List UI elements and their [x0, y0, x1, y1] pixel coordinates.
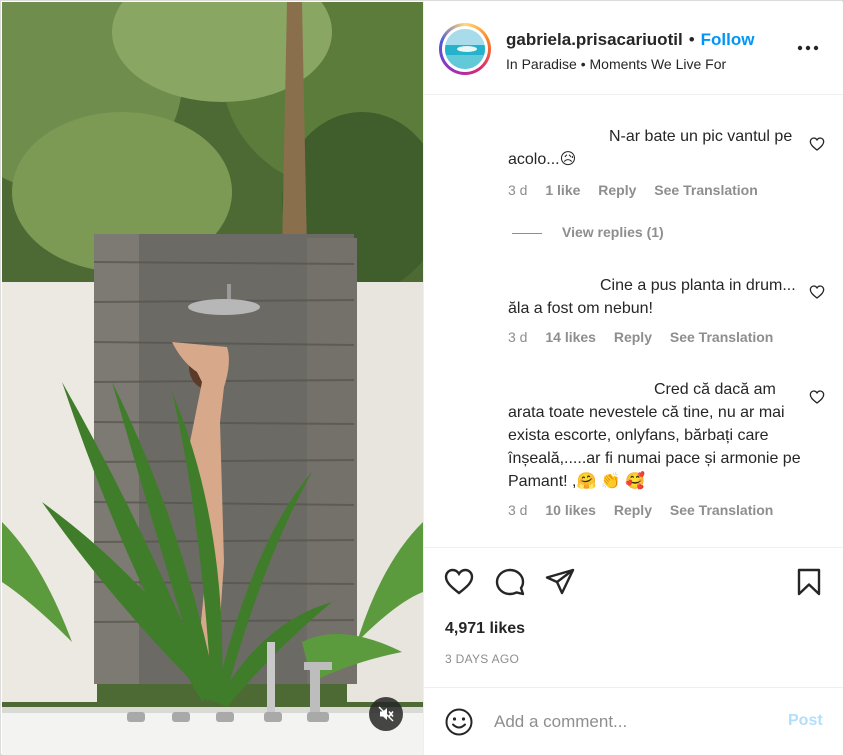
see-translation-button[interactable]: See Translation: [670, 502, 773, 518]
comment-text: N-ar bate un pic vantul pe acolo...😥: [508, 128, 793, 168]
see-translation-button[interactable]: See Translation: [670, 329, 773, 345]
post-details-panel: gabriela.prisacariuotil • Follow In Paradi…: [423, 2, 843, 755]
comment-item: N-ar bate un pic vantul pe acolo...😥: [508, 125, 808, 171]
avatar-beach-image: [445, 29, 485, 69]
likes-count[interactable]: 4,971 likes: [445, 620, 525, 638]
location-link[interactable]: In Paradise • Moments We Live For: [506, 56, 726, 72]
heart-icon[interactable]: [443, 566, 475, 598]
follow-button[interactable]: Follow: [701, 30, 755, 49]
see-translation-button[interactable]: See Translation: [654, 182, 757, 198]
post-media[interactable]: [2, 2, 423, 755]
more-options-icon[interactable]: [794, 36, 822, 60]
comment-input[interactable]: [494, 708, 764, 736]
comment-like-heart-icon[interactable]: [809, 284, 825, 300]
comment-like-heart-icon[interactable]: [809, 389, 825, 405]
comment-bubble-icon[interactable]: [494, 566, 526, 598]
comment-time: 3 d: [508, 329, 528, 345]
avatar-story-ring[interactable]: [439, 23, 491, 75]
comment-meta: 3 d 14 likes Reply See Translation: [508, 329, 787, 345]
comment-text: Cine a pus planta in drum... ăla a fost …: [508, 277, 796, 317]
speaker-muted-icon: [378, 706, 394, 722]
post-dialog: gabriela.prisacariuotil • Follow In Paradi…: [0, 0, 843, 755]
comment-item: Cine a pus planta in drum... ăla a fost …: [508, 274, 808, 320]
replies-divider-line: [512, 232, 542, 234]
paper-plane-icon[interactable]: [544, 566, 576, 598]
post-header: gabriela.prisacariuotil • Follow In Paradi…: [424, 2, 843, 95]
smiley-icon[interactable]: [444, 707, 474, 737]
comment-likes-count[interactable]: 10 likes: [545, 502, 596, 518]
reply-button[interactable]: Reply: [598, 182, 636, 198]
comment-composer: Post: [424, 687, 843, 755]
comment-meta: 3 d 1 like Reply See Translation: [508, 182, 772, 198]
post-date[interactable]: 3 DAYS AGO: [445, 652, 519, 666]
separator-dot: •: [688, 30, 695, 49]
post-actions: 4,971 likes 3 DAYS AGO: [424, 547, 843, 687]
comment-meta: 3 d 10 likes Reply See Translation: [508, 502, 787, 518]
username-row: gabriela.prisacariuotil • Follow: [506, 30, 754, 50]
comment-time: 3 d: [508, 182, 528, 198]
post-comment-button[interactable]: Post: [788, 712, 823, 730]
comment-item: Cred că dacă am arata toate nevestele că…: [508, 378, 808, 493]
bookmark-icon[interactable]: [793, 566, 825, 598]
comment-time: 3 d: [508, 502, 528, 518]
comment-likes-count[interactable]: 1 like: [545, 182, 580, 198]
mute-button[interactable]: [369, 697, 403, 731]
comment-text: Cred că dacă am arata toate nevestele că…: [508, 381, 801, 490]
reply-button[interactable]: Reply: [614, 329, 652, 345]
comments-list[interactable]: N-ar bate un pic vantul pe acolo...😥 3 d…: [424, 96, 843, 546]
view-replies-button[interactable]: View replies (1): [512, 224, 664, 240]
outdoor-shower-photo: [2, 2, 423, 755]
view-replies-label: View replies (1): [562, 224, 664, 240]
username-link[interactable]: gabriela.prisacariuotil: [506, 30, 683, 49]
comment-like-heart-icon[interactable]: [809, 136, 825, 152]
comment-likes-count[interactable]: 14 likes: [545, 329, 596, 345]
avatar: [445, 29, 485, 69]
reply-button[interactable]: Reply: [614, 502, 652, 518]
